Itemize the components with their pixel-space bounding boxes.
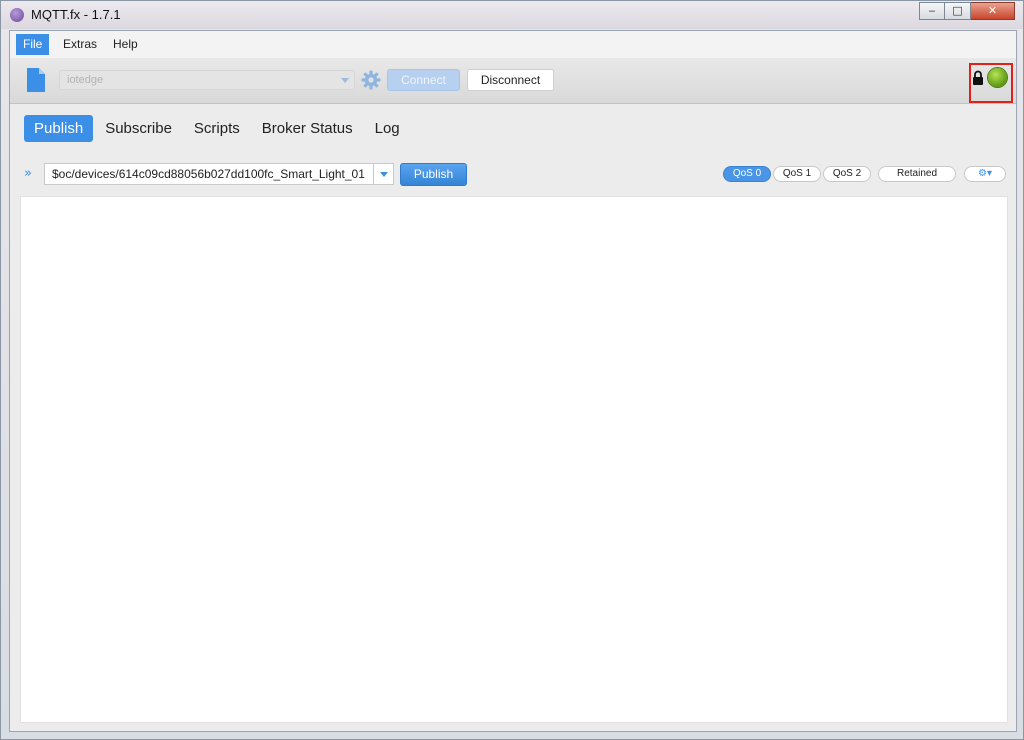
publish-button[interactable]: Publish — [400, 163, 467, 186]
connection-status-indicator — [988, 68, 1007, 87]
publish-options-menu[interactable]: ⚙▾ — [964, 166, 1006, 182]
client-area: File Extras Help iotedge Connect Disconn… — [9, 30, 1017, 732]
qos-2-toggle[interactable]: QoS 2 — [823, 166, 871, 182]
double-chevron-right-icon[interactable]: » — [24, 166, 32, 181]
connect-button[interactable]: Connect — [387, 69, 460, 91]
tab-log[interactable]: Log — [365, 115, 410, 142]
tab-broker-status[interactable]: Broker Status — [252, 115, 363, 142]
menu-file[interactable]: File — [16, 34, 50, 55]
gear-icon[interactable] — [361, 70, 381, 90]
window-controls: ‒ □ ✕ — [919, 2, 1015, 20]
retained-toggle[interactable]: Retained — [878, 166, 956, 182]
tab-bar: Publish Subscribe Scripts Broker Status … — [24, 115, 412, 142]
topic-input[interactable]: $oc/devices/614c09cd88056b027dd100fc_Sma… — [44, 163, 374, 185]
tab-publish[interactable]: Publish — [24, 115, 94, 142]
window-title: MQTT.fx - 1.7.1 — [31, 7, 121, 22]
menu-extras[interactable]: Extras — [56, 34, 104, 55]
mqttfx-logo-icon — [10, 8, 24, 22]
app-window: MQTT.fx - 1.7.1 ‒ □ ✕ File Extras Help i… — [0, 0, 1024, 740]
topic-history-dropdown[interactable] — [373, 163, 394, 185]
qos-0-toggle[interactable]: QoS 0 — [723, 166, 771, 182]
lock-icon — [973, 70, 983, 85]
chevron-down-icon — [341, 78, 349, 83]
close-button[interactable]: ✕ — [971, 2, 1015, 20]
connection-toolbar: iotedge Connect Disconnect — [10, 58, 1016, 104]
tab-scripts[interactable]: Scripts — [184, 115, 250, 142]
tab-subscribe[interactable]: Subscribe — [95, 115, 182, 142]
payload-editor[interactable] — [20, 196, 1008, 723]
disconnect-button[interactable]: Disconnect — [467, 69, 554, 91]
connection-profile-value: iotedge — [67, 74, 104, 86]
minimize-button[interactable]: ‒ — [919, 2, 945, 20]
title-bar: MQTT.fx - 1.7.1 ‒ □ ✕ — [1, 1, 1023, 29]
chevron-down-icon — [380, 172, 388, 177]
connection-profile-select[interactable]: iotedge — [59, 70, 355, 90]
menu-bar: File Extras Help — [10, 31, 1016, 59]
menu-help[interactable]: Help — [106, 34, 145, 55]
qos-1-toggle[interactable]: QoS 1 — [773, 166, 821, 182]
maximize-button[interactable]: □ — [945, 2, 971, 20]
edit-connection-profiles-icon[interactable] — [26, 68, 46, 92]
